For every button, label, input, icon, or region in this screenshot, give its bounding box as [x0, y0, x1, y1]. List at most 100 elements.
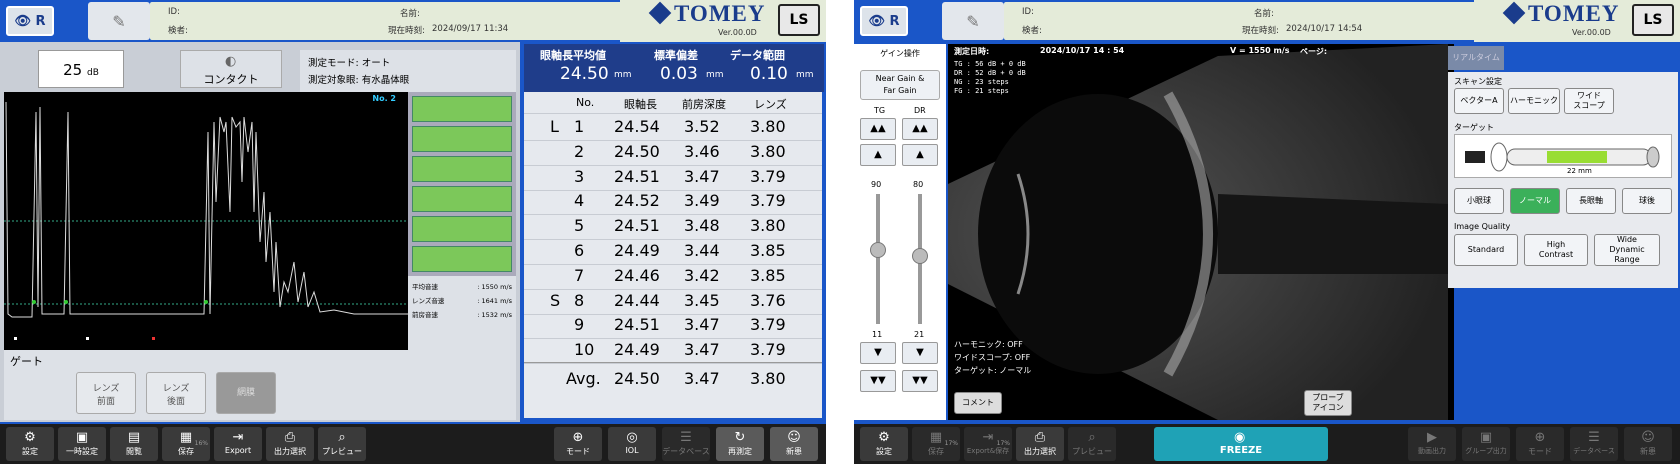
eye-side-button[interactable]: 👁 R: [860, 6, 908, 36]
table-row[interactable]: 3 24.51 3.47 3.79: [524, 164, 822, 191]
cell-no: 1: [574, 117, 585, 136]
lens-back-button[interactable]: レンズ 後面: [146, 372, 206, 414]
sound-speed-list: 平均音速: 1550 m/s レンズ音速: 1641 m/s 前房音速: 153…: [408, 276, 516, 350]
cell-no: 5: [574, 216, 585, 236]
harmonic-button[interactable]: ハーモニック: [1508, 88, 1560, 114]
iol-button[interactable]: ◎ IOL: [608, 427, 656, 461]
database-button[interactable]: ☰ データベース: [1570, 427, 1618, 461]
dr-up-button[interactable]: ▲: [902, 144, 938, 166]
long-axial-button[interactable]: 長眼軸: [1566, 188, 1616, 214]
trace-thumbnail[interactable]: [412, 186, 512, 212]
ls-button[interactable]: LS: [1632, 4, 1674, 36]
cell-no: 2: [574, 141, 585, 161]
normal-target-button[interactable]: ノーマル: [1510, 188, 1560, 214]
small-eye-button[interactable]: 小眼球: [1454, 188, 1504, 214]
cell-mark: L: [550, 117, 559, 136]
dr-up-fast-button[interactable]: ▲▲: [902, 118, 938, 140]
gain-display[interactable]: 25 dB: [38, 50, 124, 88]
person-icon: ✎: [966, 11, 980, 31]
patient-button[interactable]: ✎: [942, 2, 1004, 40]
output-select-button[interactable]: ⎙ 出力選択: [1016, 427, 1064, 461]
settings-button[interactable]: ⚙ 設定: [860, 427, 908, 461]
cell-no: 9: [574, 315, 585, 335]
export-icon: ⇥: [232, 430, 244, 445]
dr-down-fast-button[interactable]: ▼▼: [902, 370, 938, 392]
tg-up-fast-button[interactable]: ▲▲: [860, 118, 896, 140]
new-patient-button[interactable]: ☺ 新患: [770, 427, 818, 461]
temp-settings-button[interactable]: ▣ 一時設定: [58, 427, 106, 461]
save-button[interactable]: ▦ 保存 16%: [162, 427, 210, 461]
cell-lens: 3.79: [750, 191, 786, 211]
output-select-button[interactable]: ⎙ 出力選択: [266, 427, 314, 461]
database-button[interactable]: ☰ データベース: [662, 427, 710, 461]
new-patient-button[interactable]: ☺ 新患: [1624, 427, 1672, 461]
eye-icon: 👁: [868, 13, 885, 29]
mode-button[interactable]: ⊕ モード: [554, 427, 602, 461]
table-row[interactable]: L 1 24.54 3.52 3.80: [524, 114, 822, 141]
table-row[interactable]: 6 24.49 3.44 3.85: [524, 238, 822, 265]
view-button[interactable]: ▤ 閲覧: [110, 427, 158, 461]
trace-thumbnail[interactable]: [412, 246, 512, 272]
iq-standard-button[interactable]: Standard: [1454, 234, 1518, 266]
version-label: Ver.00.0D: [718, 28, 757, 37]
contact-button[interactable]: ◐ コンタクト: [180, 50, 282, 88]
patient-info: ID: 名前: 検者: 現在時刻: 2024/10/17 14:54: [1004, 2, 1476, 40]
magnifier-icon: ⌕: [338, 430, 346, 445]
preview-button[interactable]: ⌕ プレビュー: [1068, 427, 1116, 461]
tg-slider[interactable]: [870, 194, 886, 324]
tg-up-button[interactable]: ▲: [860, 144, 896, 166]
table-row[interactable]: 9 24.51 3.47 3.79: [524, 312, 822, 340]
ls-button[interactable]: LS: [778, 4, 820, 36]
retrobulbar-button[interactable]: 球後: [1622, 188, 1672, 214]
person-icon: ✎: [112, 11, 126, 31]
comment-button[interactable]: コメント: [954, 392, 1002, 414]
settings-button[interactable]: ⚙ 設定: [6, 427, 54, 461]
dr-slider-knob[interactable]: [912, 248, 928, 264]
trace-thumbnail[interactable]: [412, 216, 512, 242]
remeasure-button[interactable]: ↻ 再測定: [716, 427, 764, 461]
table-row[interactable]: 4 24.52 3.49 3.79: [524, 188, 822, 216]
cell-al: 24.49: [614, 340, 660, 360]
freeze-button[interactable]: ◉ FREEZE: [1154, 427, 1328, 461]
probe-icon-button[interactable]: プローブ アイコン: [1304, 390, 1352, 416]
iq-wide-dynamic-range-button[interactable]: Wide Dynamic Range: [1594, 234, 1660, 266]
table-row[interactable]: 7 24.46 3.42 3.85: [524, 263, 822, 290]
table-row[interactable]: 10 24.49 3.47 3.79: [524, 337, 822, 365]
cell-mark: S: [550, 290, 561, 310]
brand-logo: TOMEY: [1506, 1, 1619, 27]
retina-button[interactable]: 網膜: [216, 372, 276, 414]
near-far-gain-button[interactable]: Near Gain & Far Gain: [860, 70, 940, 100]
trace-thumbnail[interactable]: [412, 156, 512, 182]
lens-front-button[interactable]: レンズ 前面: [76, 372, 136, 414]
mode-button[interactable]: ⊕ モード: [1516, 427, 1564, 461]
dr-down-button[interactable]: ▼: [902, 342, 938, 364]
trace-thumbnail[interactable]: [412, 96, 512, 122]
table-row[interactable]: 2 24.50 3.46 3.80: [524, 139, 822, 166]
preview-button[interactable]: ⌕ プレビュー: [318, 427, 366, 461]
table-row[interactable]: S 8 24.44 3.45 3.76: [524, 288, 822, 315]
video-output-button[interactable]: ▶ 動画出力: [1408, 427, 1456, 461]
wide-scope-button[interactable]: ワイド スコープ: [1564, 88, 1614, 114]
tg-down-fast-button[interactable]: ▼▼: [860, 370, 896, 392]
tg-slider-knob[interactable]: [870, 242, 886, 258]
bottom-toolbar: ⚙ 設定 ▦ 保存 17% ⇥ Export&保存 17% ⎙ 出力選択 ⌕ プレビュー ◉ F…: [854, 424, 1680, 464]
table-row[interactable]: 5 24.51 3.48 3.80: [524, 213, 822, 241]
dr-slider[interactable]: [912, 194, 928, 324]
group-output-button[interactable]: ▣ グループ出力: [1462, 427, 1510, 461]
video-icon: ▶: [1427, 430, 1437, 445]
export-button[interactable]: ⇥ Export: [214, 427, 262, 461]
cell-no: 10: [574, 340, 595, 360]
vector-a-button[interactable]: ベクターA: [1454, 88, 1504, 114]
cell-no: 7: [574, 265, 585, 285]
patient-button[interactable]: ✎: [88, 2, 150, 40]
tg-down-button[interactable]: ▼: [860, 342, 896, 364]
export-save-button[interactable]: ⇥ Export&保存 17%: [964, 427, 1012, 461]
save-button[interactable]: ▦ 保存 17%: [912, 427, 960, 461]
tab-realtime[interactable]: リアルタイム: [1448, 46, 1504, 70]
eye-side-button[interactable]: 👁 R: [6, 6, 54, 36]
version-label: Ver.00.0D: [1572, 28, 1611, 37]
b-scan-screen: 👁 R ✎ ID: 名前: 検者: 現在時刻: 2024/10/17 14:54…: [854, 0, 1680, 464]
iq-high-contrast-button[interactable]: High Contrast: [1524, 234, 1588, 266]
trace-thumbnail[interactable]: [412, 126, 512, 152]
gate-label: ゲート: [10, 355, 43, 368]
